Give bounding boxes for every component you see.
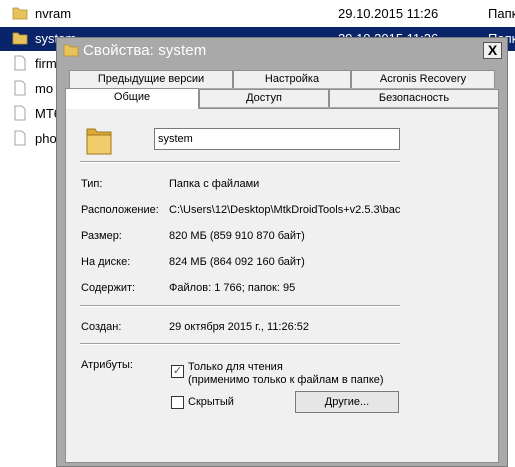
- tab-sharing[interactable]: Доступ: [199, 89, 329, 107]
- readonly-note: (применимо только к файлам в папке): [188, 374, 384, 386]
- attributes-label: Атрибуты:: [81, 359, 133, 371]
- separator: [80, 305, 400, 307]
- tab-general[interactable]: Общие: [65, 88, 199, 109]
- file-icon: [12, 130, 28, 146]
- file-name: pho: [35, 131, 57, 146]
- size-label: Размер:: [81, 230, 122, 242]
- title-bar[interactable]: Свойства: system X: [57, 38, 507, 64]
- size-value: 820 МБ (859 910 870 байт): [169, 230, 305, 242]
- close-icon: X: [487, 42, 498, 58]
- file-icon: [12, 105, 28, 121]
- type-value: Папка с файлами: [169, 178, 260, 190]
- folder-icon: [84, 123, 114, 160]
- file-name: mo: [35, 81, 54, 96]
- file-type: Папк: [488, 6, 515, 21]
- location-value: C:\Users\12\Desktop\MtkDroidTools+v2.5.3…: [169, 204, 401, 216]
- readonly-label: Только для чтения: [188, 361, 283, 373]
- folder-icon: [12, 5, 28, 21]
- other-attributes-button[interactable]: Другие...: [295, 391, 399, 413]
- close-button[interactable]: X: [483, 42, 502, 59]
- file-icon: [12, 55, 28, 71]
- tab-customize[interactable]: Настройка: [233, 70, 351, 88]
- file-name: nvram: [35, 6, 72, 21]
- general-panel: system Тип: Папка с файлами Расположение…: [65, 108, 499, 463]
- contains-value: Файлов: 1 766; папок: 95: [169, 282, 296, 294]
- file-icon: [12, 80, 28, 96]
- disk-size-label: На диске:: [81, 256, 131, 268]
- folder-name-input[interactable]: system: [154, 128, 400, 150]
- hidden-checkbox[interactable]: [171, 396, 184, 409]
- hidden-label: Скрытый: [188, 396, 234, 408]
- tab-acronis-recovery[interactable]: Acronis Recovery: [351, 70, 495, 88]
- dialog-title: Свойства: system: [83, 42, 207, 59]
- tab-previous-versions[interactable]: Предыдущие версии: [69, 70, 233, 88]
- separator: [80, 343, 400, 345]
- folder-icon: [12, 30, 28, 46]
- created-label: Создан:: [81, 321, 122, 333]
- type-label: Тип:: [81, 178, 103, 190]
- properties-dialog: Свойства: system X Предыдущие версии Нас…: [56, 37, 508, 467]
- tab-security[interactable]: Безопасность: [329, 89, 499, 107]
- contains-label: Содержит:: [81, 282, 136, 294]
- list-item[interactable]: nvram 29.10.2015 11:26 Папк: [0, 2, 515, 26]
- location-label: Расположение:: [81, 204, 159, 216]
- disk-size-value: 824 МБ (864 092 160 байт): [169, 256, 305, 268]
- readonly-checkbox[interactable]: ✓: [171, 365, 184, 378]
- file-date: 29.10.2015 11:26: [338, 6, 439, 21]
- folder-icon: [63, 42, 79, 61]
- tab-strip: Предыдущие версии Настройка Acronis Reco…: [65, 70, 499, 110]
- created-value: 29 октября 2015 г., 11:26:52: [169, 321, 310, 333]
- separator: [80, 161, 400, 163]
- file-name: firm: [35, 56, 57, 71]
- checkmark-icon: ✓: [172, 365, 183, 377]
